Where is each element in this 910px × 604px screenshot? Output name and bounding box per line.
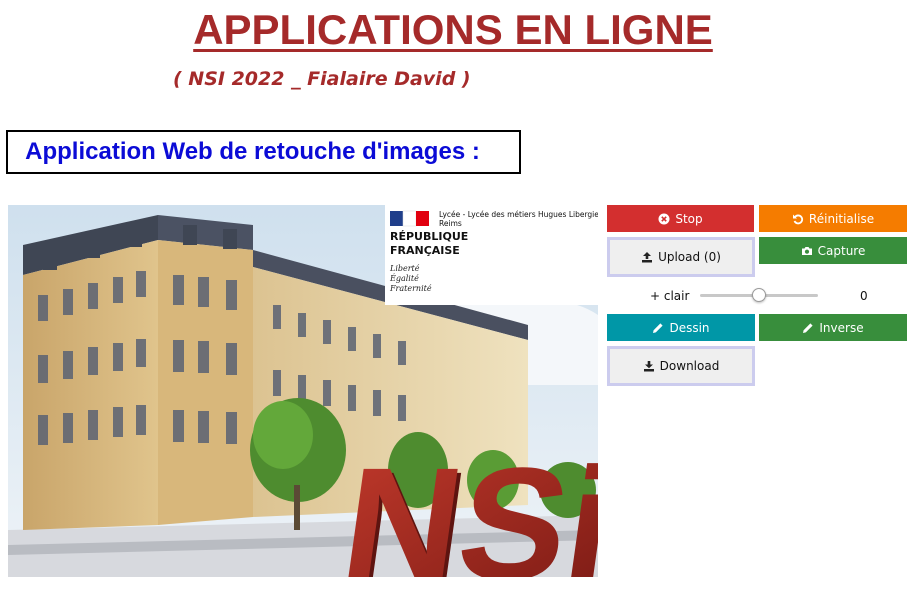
pencil-icon bbox=[652, 322, 664, 334]
download-icon bbox=[643, 360, 655, 372]
pencil-icon bbox=[802, 322, 814, 334]
times-circle-icon bbox=[658, 213, 670, 225]
stop-button[interactable]: Stop bbox=[607, 205, 754, 232]
section-heading-box: Application Web de retouche d'images : bbox=[6, 130, 521, 174]
upload-icon bbox=[641, 251, 653, 263]
school-photo: Lycée - Lycée des métiers Hugues Libergi… bbox=[8, 205, 598, 577]
undo-icon bbox=[792, 213, 804, 225]
motto-1: Liberté bbox=[389, 264, 420, 273]
draw-button[interactable]: Dessin bbox=[607, 314, 755, 341]
upload-button[interactable]: Upload (0) bbox=[607, 237, 755, 277]
brightness-label: + clair bbox=[650, 289, 690, 303]
download-button[interactable]: Download bbox=[607, 346, 755, 386]
draw-label: Dessin bbox=[669, 320, 710, 335]
section-title: Application Web de retouche d'images : bbox=[25, 138, 480, 165]
inverse-label: Inverse bbox=[819, 320, 864, 335]
republic-line-1: RÉPUBLIQUE bbox=[390, 230, 468, 243]
page-subtitle: ( NSI 2022 _ Fialaire David ) bbox=[173, 68, 471, 90]
image-canvas[interactable]: Lycée - Lycée des métiers Hugues Libergi… bbox=[8, 205, 598, 577]
institution-text: Lycée - Lycée des métiers Hugues Libergi… bbox=[439, 210, 598, 219]
camera-icon bbox=[801, 245, 813, 257]
brightness-slider[interactable] bbox=[700, 288, 820, 304]
page-title: APPLICATIONS EN LIGNE bbox=[193, 6, 713, 53]
slider-thumb[interactable] bbox=[752, 288, 766, 302]
stop-label: Stop bbox=[675, 211, 703, 226]
capture-button[interactable]: Capture bbox=[759, 237, 907, 264]
republic-line-2: FRANÇAISE bbox=[390, 244, 460, 257]
motto-2: Égalité bbox=[389, 274, 419, 283]
city-text: Reims bbox=[439, 219, 462, 228]
download-label: Download bbox=[659, 359, 720, 373]
upload-label: Upload (0) bbox=[658, 250, 721, 264]
motto-3: Fraternité bbox=[389, 284, 432, 293]
nsi-logo: NSi bbox=[333, 435, 598, 577]
reset-label: Réinitialise bbox=[808, 211, 875, 226]
brightness-value: 0 bbox=[860, 289, 868, 303]
inverse-button[interactable]: Inverse bbox=[759, 314, 907, 341]
capture-label: Capture bbox=[817, 243, 866, 258]
reset-button[interactable]: Réinitialise bbox=[759, 205, 907, 232]
